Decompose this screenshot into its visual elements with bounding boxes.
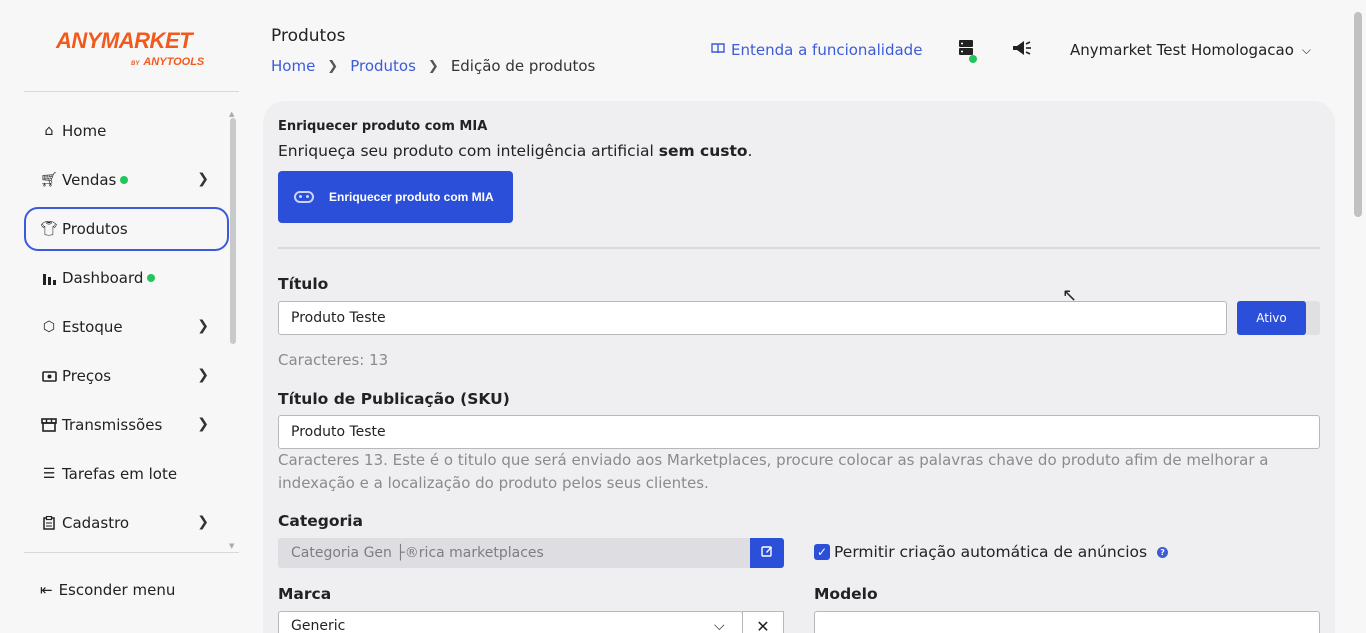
category-input: Categoria Gen ├®rica marketplaces xyxy=(278,538,751,568)
status-dot xyxy=(147,274,156,282)
sidebar-item-home[interactable]: ⌂ Home xyxy=(24,109,229,153)
mia-section-title: Enriquecer produto com MIA xyxy=(278,119,488,134)
sidebar-item-label: Cadastro xyxy=(62,514,130,532)
close-icon: ✕ xyxy=(756,616,770,633)
title-char-count: Caracteres: 13 xyxy=(278,351,389,369)
status-dot xyxy=(120,176,129,184)
home-icon: ⌂ xyxy=(44,123,54,139)
sidebar-item-label: Preços xyxy=(62,367,112,385)
help-link-label: Entenda a funcionalidade xyxy=(731,41,923,59)
brand-label: Marca xyxy=(278,585,332,603)
sidebar-item-label: Transmissões xyxy=(62,416,163,434)
title-input[interactable]: Produto Teste xyxy=(278,301,1227,335)
hide-menu-button[interactable]: ⇤ Esconder menu xyxy=(40,581,175,599)
sidebar-item-dashboard[interactable]: Dashboard xyxy=(24,256,229,300)
book-icon xyxy=(711,42,725,58)
box-icon: ⬡ xyxy=(42,319,56,335)
sidebar-item-label: Produtos xyxy=(62,220,128,238)
chevron-right-icon: ❯ xyxy=(197,171,209,187)
category-label: Categoria xyxy=(278,512,363,530)
sidebar-item-label: Estoque xyxy=(62,318,123,336)
chevron-right-icon: ❯ xyxy=(197,416,209,432)
breadcrumb-home-link[interactable]: Home xyxy=(271,57,315,75)
divider xyxy=(278,247,1320,249)
online-dot xyxy=(969,55,977,63)
model-input[interactable] xyxy=(814,611,1320,633)
divider xyxy=(24,91,239,92)
sidebar: ANYMARKET BY ANYTOOLS ⌂ Home 🛒︎ Vendas ❯ … xyxy=(0,0,250,633)
sidebar-item-label: Home xyxy=(62,122,107,140)
breadcrumb-products-link[interactable]: Produtos xyxy=(350,57,416,75)
scroll-up-arrow[interactable]: ▲ xyxy=(229,110,234,118)
cart-icon: 🛒︎ xyxy=(40,172,58,188)
page-title: Produtos xyxy=(271,26,346,46)
divider xyxy=(24,552,239,553)
store-icon xyxy=(41,417,57,433)
user-menu[interactable]: Anymarket Test Homologacao ⌵ xyxy=(1070,41,1311,59)
user-name: Anymarket Test Homologacao xyxy=(1070,41,1294,59)
main-scrollbar[interactable] xyxy=(1354,12,1362,217)
status-toggle[interactable]: Ativo xyxy=(1237,301,1320,335)
logo-sub: BY ANYTOOLS xyxy=(131,56,205,68)
brand-select[interactable]: Generic xyxy=(278,611,743,633)
sidebar-item-produtos[interactable]: 👕︎ Produtos xyxy=(24,207,229,251)
clear-brand-button[interactable]: ✕ xyxy=(742,611,784,633)
sidebar-item-estoque[interactable]: ⬡ Estoque ❯ xyxy=(24,305,229,349)
sidebar-item-label: Dashboard xyxy=(62,269,144,287)
clipboard-icon xyxy=(41,515,57,531)
sidebar-item-precos[interactable]: Preços ❯ xyxy=(24,354,229,398)
chevron-right-icon: ❯ xyxy=(327,58,339,74)
sku-title-hint: Caracteres 13. Este é o titulo que será … xyxy=(278,451,1269,492)
chevron-right-icon: ❯ xyxy=(197,514,209,530)
sku-title-label: Título de Publicação (SKU) xyxy=(278,390,510,408)
model-label: Modelo xyxy=(814,585,878,603)
hide-menu-label: Esconder menu xyxy=(58,581,176,599)
enrich-mia-button[interactable]: Enriquecer produto com MIA xyxy=(278,171,513,223)
sidebar-item-cadastro[interactable]: Cadastro ❯ xyxy=(24,501,229,545)
chevron-down-icon[interactable]: ⌵ xyxy=(714,618,725,633)
status-active-label: Ativo xyxy=(1237,301,1306,335)
edit-category-button[interactable] xyxy=(750,538,784,568)
sidebar-item-transmissoes[interactable]: Transmissões ❯ xyxy=(24,403,229,447)
auto-ads-label: Permitir criação automática de anúncios xyxy=(834,543,1148,561)
sidebar-menu: ⌂ Home 🛒︎ Vendas ❯ 👕︎ Produtos Dashboard… xyxy=(24,109,229,550)
chevron-right-icon: ❯ xyxy=(197,318,209,334)
logo-brand: ANYMARKET xyxy=(56,28,193,53)
list-icon: ☰ xyxy=(42,466,56,482)
mouse-cursor-icon: ↖ xyxy=(1062,285,1078,306)
help-link[interactable]: Entenda a funcionalidade xyxy=(711,41,922,59)
scroll-down-arrow[interactable]: ▼ xyxy=(229,542,234,550)
title-label: Título xyxy=(278,275,329,293)
arrow-left-bar-icon: ⇤ xyxy=(40,581,53,599)
sidebar-item-label: Tarefas em lote xyxy=(62,465,178,483)
mia-description: Enriqueça seu produto com inteligência a… xyxy=(278,142,753,160)
server-status-icon[interactable] xyxy=(959,40,977,63)
sidebar-item-vendas[interactable]: 🛒︎ Vendas ❯ xyxy=(24,158,229,202)
chevron-right-icon: ❯ xyxy=(427,58,439,74)
bar-chart-icon xyxy=(41,270,57,286)
money-icon xyxy=(41,368,57,384)
breadcrumb-current: Edição de produtos xyxy=(450,57,596,75)
enrich-mia-button-label: Enriquecer produto com MIA xyxy=(329,190,494,204)
sidebar-item-label: Vendas xyxy=(62,171,117,189)
megaphone-icon[interactable] xyxy=(1012,40,1032,61)
sidebar-scrollbar[interactable] xyxy=(230,118,236,344)
robot-icon xyxy=(294,191,314,203)
sku-title-input[interactable]: Produto Teste xyxy=(278,415,1320,449)
shirt-icon: 👕︎ xyxy=(40,221,58,237)
breadcrumb: Home ❯ Produtos ❯ Edição de produtos xyxy=(271,57,595,75)
chevron-right-icon: ❯ xyxy=(197,367,209,383)
auto-ads-row: ✓ Permitir criação automática de anúncio… xyxy=(814,543,1169,561)
edit-icon xyxy=(761,545,773,561)
sidebar-item-tarefas[interactable]: ☰ Tarefas em lote xyxy=(24,452,229,496)
help-icon[interactable]: ? xyxy=(1157,546,1169,558)
chevron-down-icon: ⌵ xyxy=(1301,42,1311,57)
logo[interactable]: ANYMARKET BY ANYTOOLS xyxy=(56,28,211,69)
auto-ads-checkbox[interactable]: ✓ xyxy=(814,544,830,560)
